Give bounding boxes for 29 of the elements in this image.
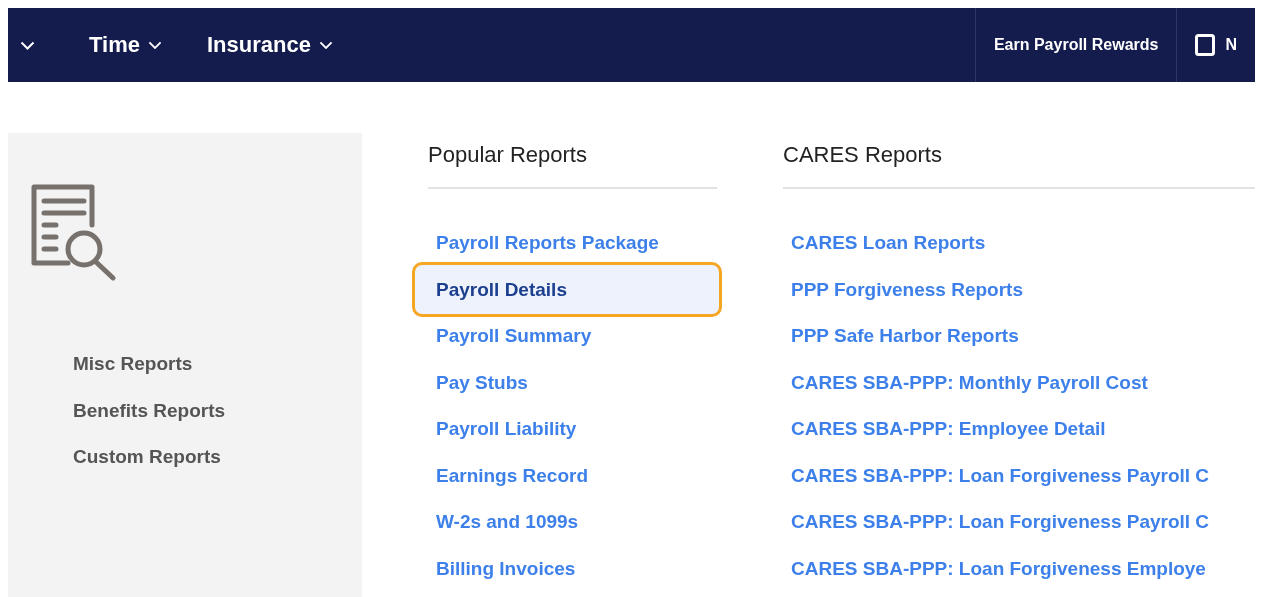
nav-menu[interactable]: Insurance	[206, 32, 333, 58]
nav-link[interactable]: N	[1225, 36, 1237, 54]
report-link[interactable]: Payroll Details	[412, 262, 722, 317]
report-link[interactable]: CARES SBA-PPP: Monthly Payroll Cost	[783, 363, 1255, 402]
report-link[interactable]: PPP Forgiveness Reports	[783, 270, 1255, 309]
report-link[interactable]: CARES SBA-PPP: Loan Forgiveness Payroll C	[783, 456, 1255, 495]
report-link[interactable]: CARES SBA-PPP: Employee Detail	[783, 410, 1255, 448]
sidebar-item[interactable]: Benefits Reports	[73, 387, 362, 434]
report-link[interactable]: Pay Stubs	[412, 363, 722, 402]
report-link[interactable]: Earnings Record	[412, 456, 722, 495]
chevron-down-icon	[20, 40, 35, 50]
report-link[interactable]: CARES SBA-PPP: Loan Forgiveness Employe	[783, 549, 1255, 588]
nav-menu[interactable]: Time	[89, 32, 162, 58]
sidebar-item[interactable]: Misc Reports	[73, 341, 362, 388]
column-heading: CARES Reports	[783, 141, 943, 169]
report-link[interactable]: Payroll Summary	[412, 317, 722, 355]
report-link[interactable]: W-2s and 1099s	[412, 503, 722, 541]
report-link[interactable]: CARES Loan Reports	[783, 224, 1255, 262]
sidebar-item[interactable]: Custom Reports	[73, 434, 362, 481]
chevron-down-icon	[318, 40, 333, 50]
report-link[interactable]: PPP Safe Harbor Reports	[783, 317, 1255, 355]
column-heading: Popular Reports	[428, 141, 588, 169]
report-link[interactable]: CARES SBA-PPP: Loan Forgiveness Payroll C	[783, 503, 1255, 541]
rewards-link[interactable]: Earn Payroll Rewards	[993, 36, 1159, 54]
report-link[interactable]: Payroll Liability	[412, 410, 722, 448]
square-icon[interactable]	[1195, 34, 1216, 56]
report-link[interactable]: Billing Invoices	[412, 549, 722, 588]
chevron-down-icon	[147, 40, 162, 50]
report-link[interactable]: Payroll Reports Package	[412, 224, 722, 262]
